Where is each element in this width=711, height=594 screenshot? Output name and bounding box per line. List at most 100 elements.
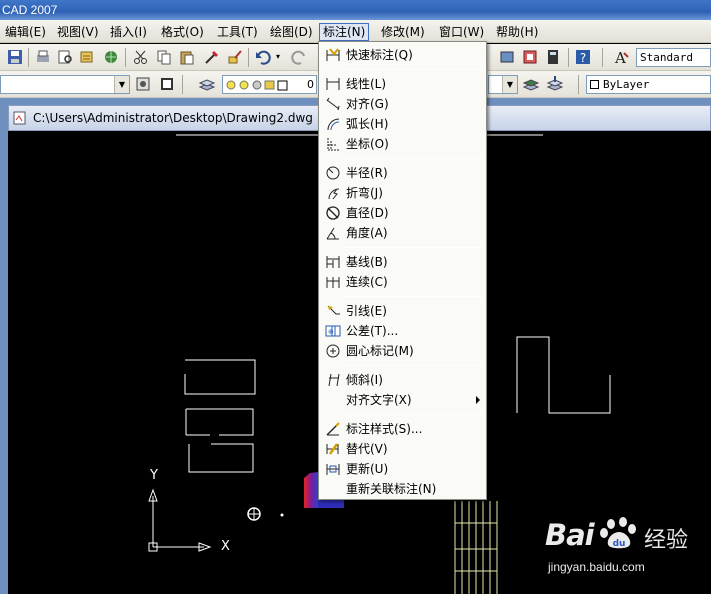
watermark-brand: Bai	[545, 518, 595, 552]
match-properties-icon[interactable]	[202, 48, 220, 66]
menu-item-ordinate[interactable]: 坐标(O)	[320, 134, 486, 154]
menu-item-aligned[interactable]: 对齐(G)	[320, 94, 486, 114]
help-icon[interactable]: ?	[574, 48, 592, 66]
hatch-shape[interactable]	[304, 472, 318, 508]
radius-icon	[326, 166, 340, 180]
menu-item-oblique[interactable]: 倾斜(I)	[320, 370, 486, 390]
make-object-layer-current-icon[interactable]	[522, 75, 540, 93]
leader-icon	[327, 305, 340, 315]
menu-item-linear[interactable]: 线性(L)	[320, 74, 486, 94]
menu-item-dimension-style[interactable]: 标注样式(S)...	[320, 419, 486, 439]
update-icon	[326, 464, 340, 475]
drawing-shape[interactable]	[186, 408, 254, 436]
save-icon[interactable]	[6, 48, 24, 66]
toolpalette-icon[interactable]	[498, 48, 516, 66]
cut-icon[interactable]	[132, 48, 150, 66]
chevron-down-icon: ▼	[114, 76, 129, 93]
menu-tools[interactable]: 工具(T)	[214, 23, 261, 41]
window-title-bar: CAD 2007	[0, 0, 711, 20]
center-mark-icon	[326, 344, 340, 358]
publish-icon[interactable]	[78, 48, 96, 66]
block-editor-icon[interactable]	[226, 48, 244, 66]
layer-properties-icon[interactable]	[198, 75, 216, 93]
paw-logo-icon: du	[600, 517, 636, 549]
menu-draw[interactable]: 绘图(D)	[267, 23, 316, 41]
menu-item-tolerance[interactable]: ⊕ 公差(T)...	[320, 321, 486, 341]
grid-shape[interactable]	[454, 501, 498, 594]
dimension-menu: 快速标注(Q) 线性(L) 对齐(G) 弧长(H) 坐标(O) 半径(R) 折弯…	[318, 41, 487, 500]
ordinate-icon	[327, 138, 339, 151]
baidu-watermark: Bai du 经验 jingyan.baidu.com	[545, 517, 705, 578]
color-dropdown-tail[interactable]: ▼	[488, 75, 518, 94]
watermark-brand-cn: 经验	[644, 528, 689, 553]
ucs-y-label: Y	[150, 468, 158, 483]
menu-item-baseline[interactable]: 基线(B)	[320, 252, 486, 272]
menu-help[interactable]: 帮助(H)	[493, 23, 541, 41]
menu-modify[interactable]: 修改(M)	[378, 23, 428, 41]
menu-item-align-text[interactable]: 对齐文字(X)	[320, 390, 486, 410]
drawing-shape[interactable]	[188, 443, 254, 473]
calculator-icon[interactable]	[544, 48, 562, 66]
menu-item-quick-dimension[interactable]: 快速标注(Q)	[320, 45, 486, 65]
menu-dimension[interactable]: 标注(N)	[319, 23, 370, 41]
menu-item-arc-length[interactable]: 弧长(H)	[320, 114, 486, 134]
drawing-shape[interactable]	[516, 336, 611, 414]
text-style-icon[interactable]: A	[612, 48, 630, 66]
linear-dimension-icon	[326, 78, 340, 90]
submenu-arrow-icon	[476, 396, 480, 404]
text-style-combo[interactable]: Standard	[636, 48, 711, 67]
oblique-icon	[328, 373, 340, 387]
dimension-style-icon	[326, 422, 340, 436]
plot-preview-icon[interactable]	[56, 48, 74, 66]
menu-edit[interactable]: 编辑(E)	[2, 23, 49, 41]
quick-dimension-icon	[326, 48, 340, 61]
workspace-combo[interactable]: ▼	[0, 75, 130, 94]
paste-icon[interactable]	[178, 48, 196, 66]
sheet-set-icon[interactable]	[521, 48, 539, 66]
redo-icon[interactable]	[290, 48, 308, 66]
layer-state-icons	[226, 80, 288, 91]
publish-web-icon[interactable]	[102, 48, 120, 66]
color-swatch	[590, 80, 599, 89]
menu-bar: 编辑(E) 视图(V) 插入(I) 格式(O) 工具(T) 绘图(D) 标注(N…	[0, 20, 711, 43]
menu-item-override[interactable]: 替代(V)	[320, 439, 486, 459]
menu-window[interactable]: 窗口(W)	[436, 23, 487, 41]
workspace-settings-icon[interactable]	[134, 75, 152, 93]
menu-item-continue[interactable]: 连续(C)	[320, 272, 486, 292]
override-icon	[326, 443, 339, 455]
baseline-icon	[326, 256, 340, 268]
menu-item-center-mark[interactable]: 圆心标记(M)	[320, 341, 486, 361]
menu-item-reassociate[interactable]: 重新关联标注(N)	[320, 479, 486, 499]
color-control[interactable]: ByLayer	[586, 75, 711, 94]
angular-icon	[326, 227, 339, 240]
menu-format[interactable]: 格式(O)	[158, 23, 207, 41]
current-layer: 0	[307, 78, 314, 91]
layer-previous-icon[interactable]	[546, 75, 564, 93]
continue-icon	[326, 277, 340, 288]
drawing-shape[interactable]	[184, 359, 256, 395]
drawing-file-icon	[13, 111, 26, 125]
aligned-dimension-icon	[326, 97, 340, 111]
menu-item-leader[interactable]: 引线(E)	[320, 301, 486, 321]
menu-insert[interactable]: 插入(I)	[107, 23, 150, 41]
watermark-url: jingyan.baidu.com	[548, 560, 645, 574]
diameter-icon	[326, 206, 340, 220]
undo-icon[interactable]	[254, 48, 272, 66]
menu-item-jogged[interactable]: 折弯(J)	[320, 183, 486, 203]
menu-item-angular[interactable]: 角度(A)	[320, 223, 486, 243]
svg-text:A: A	[614, 49, 626, 66]
color-value: ByLayer	[603, 78, 650, 91]
menu-item-update[interactable]: 更新(U)	[320, 459, 486, 479]
menu-item-diameter[interactable]: 直径(D)	[320, 203, 486, 223]
menu-item-radius[interactable]: 半径(R)	[320, 163, 486, 183]
window-title: CAD 2007	[2, 3, 58, 17]
menu-view[interactable]: 视图(V)	[54, 23, 102, 41]
layer-combo[interactable]: 0	[222, 75, 317, 94]
copy-icon[interactable]	[155, 48, 173, 66]
svg-text:du: du	[613, 539, 626, 549]
layer-manager-icon[interactable]	[158, 75, 176, 93]
plot-icon[interactable]	[34, 48, 52, 66]
ucs-icon	[148, 488, 212, 552]
svg-text:?: ?	[580, 51, 586, 65]
jogged-icon	[328, 188, 340, 200]
